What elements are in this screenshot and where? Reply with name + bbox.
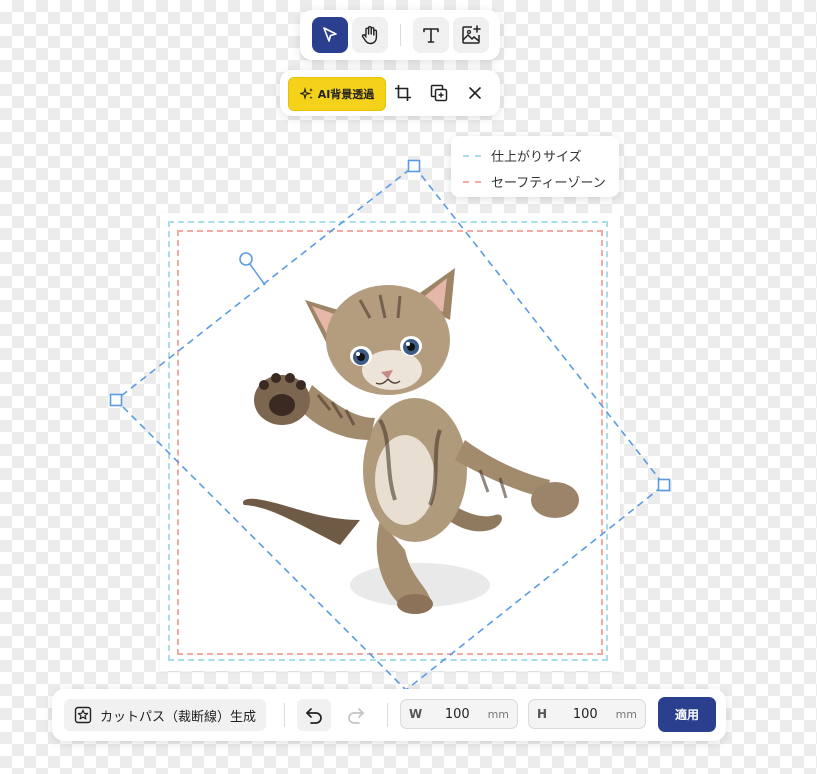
bottom-toolbar: カットパス（裁断線）生成 W 100 mm H 100 mm 適用 [52, 689, 726, 741]
bottom-divider [284, 703, 285, 727]
close-icon [469, 87, 481, 99]
width-value[interactable]: 100 [427, 707, 488, 722]
bottom-divider [387, 703, 388, 727]
hand-tool-button[interactable] [352, 17, 388, 53]
duplicate-button[interactable] [424, 78, 454, 108]
height-field[interactable]: H 100 mm [528, 699, 646, 729]
height-value[interactable]: 100 [555, 707, 616, 722]
resize-handle-left[interactable] [109, 393, 123, 407]
image-action-toolbar: AI背景透過 [280, 70, 500, 116]
legend-item-safe: セーフティーゾーン [463, 172, 606, 191]
crop-button[interactable] [388, 78, 418, 108]
add-image-tool-button[interactable] [453, 17, 489, 53]
artboard[interactable] [160, 213, 620, 671]
height-unit: mm [615, 707, 637, 721]
close-button[interactable] [460, 78, 490, 108]
height-label: H [537, 707, 548, 721]
redo-icon [348, 708, 364, 724]
ai-background-remove-label: AI背景透過 [317, 88, 375, 101]
legend-item-trim: 仕上がりサイズ [463, 146, 582, 165]
apply-button[interactable]: 適用 [658, 697, 716, 732]
text-icon [423, 28, 439, 43]
generate-cutpath-label: カットパス（裁断線）生成 [100, 709, 257, 725]
pointer-icon [323, 27, 337, 42]
width-unit: mm [487, 707, 509, 721]
guide-legend: 仕上がりサイズ セーフティーゾーン [451, 136, 619, 197]
width-field[interactable]: W 100 mm [400, 699, 518, 729]
star-square-icon [74, 706, 92, 724]
undo-icon [306, 708, 322, 724]
select-tool-button[interactable] [312, 17, 348, 53]
resize-handle-top[interactable] [407, 159, 421, 173]
hand-icon [361, 26, 378, 45]
legend-trim-label: 仕上がりサイズ [491, 150, 582, 165]
undo-button[interactable] [297, 699, 331, 731]
ai-background-remove-button[interactable]: AI背景透過 [288, 77, 386, 111]
legend-safe-label: セーフティーゾーン [491, 176, 606, 191]
safe-zone-guide [177, 230, 603, 655]
tool-toolbar [300, 10, 500, 60]
redo-button[interactable] [339, 699, 373, 731]
safe-zone-swatch [463, 180, 481, 183]
image-plus-icon [462, 25, 481, 44]
duplicate-icon [430, 84, 448, 102]
toolbar-divider [400, 24, 401, 46]
generate-cutpath-button[interactable]: カットパス（裁断線）生成 [64, 699, 267, 731]
crop-icon [395, 85, 411, 101]
sparkle-icon [299, 87, 313, 101]
trim-line-swatch [463, 154, 481, 157]
width-label: W [409, 707, 423, 721]
resize-handle-right[interactable] [657, 478, 671, 492]
text-tool-button[interactable] [413, 17, 449, 53]
